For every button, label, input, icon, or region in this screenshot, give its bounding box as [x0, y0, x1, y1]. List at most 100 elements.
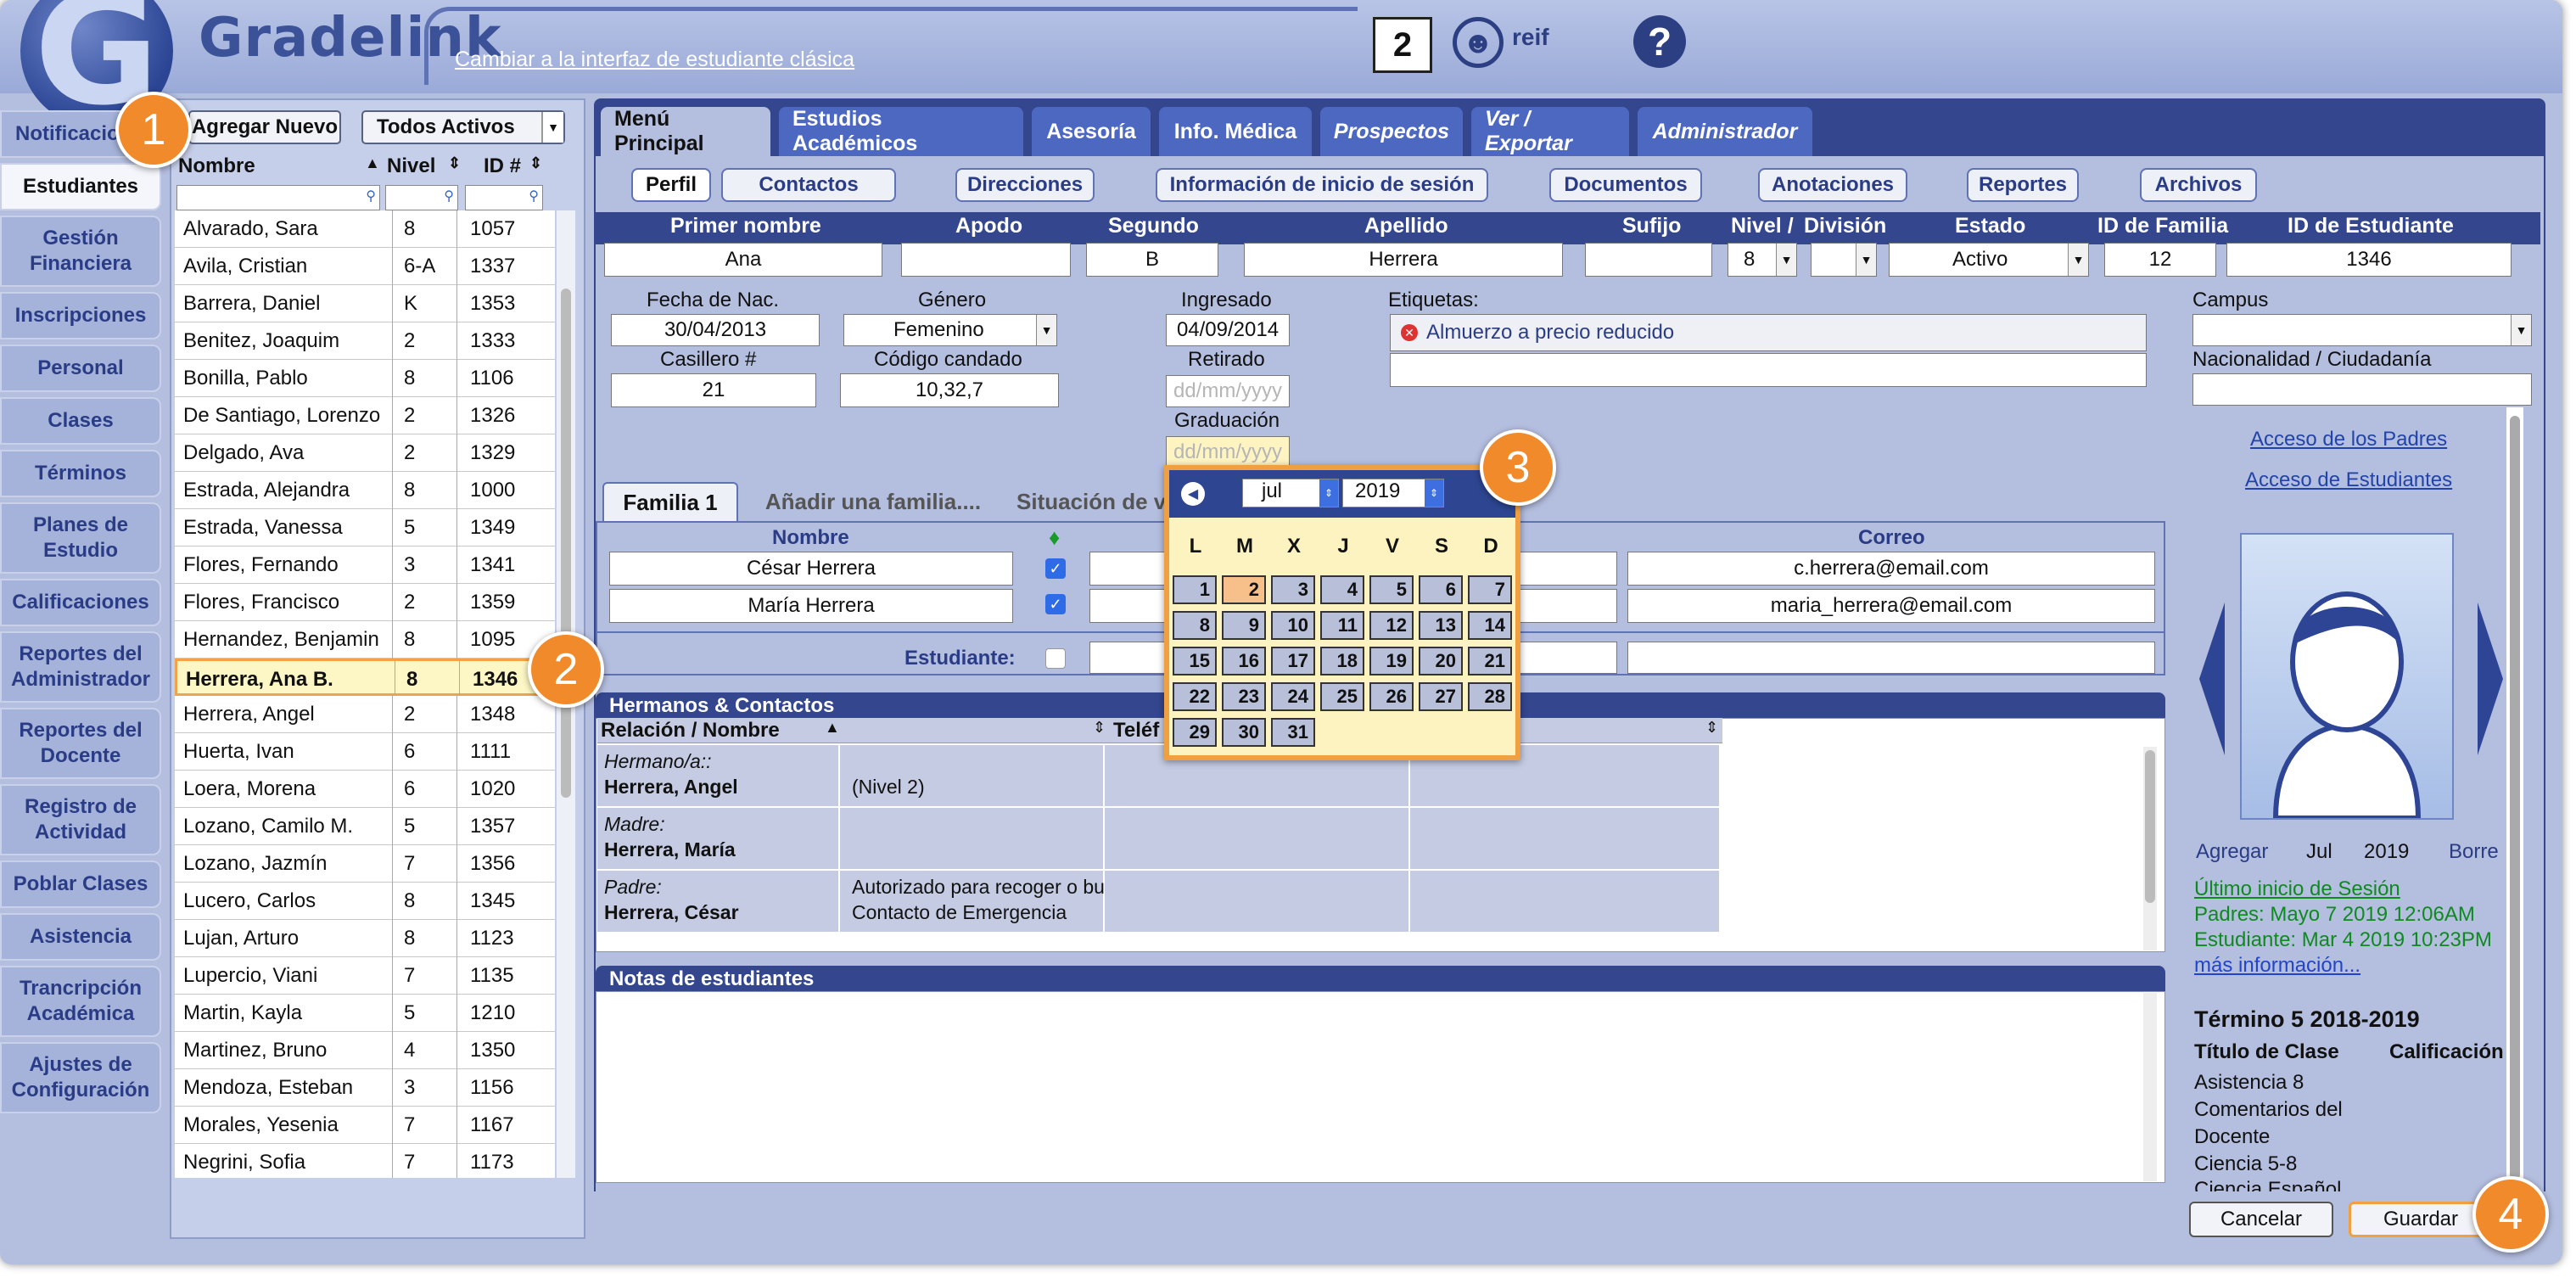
student-row[interactable]: Benitez, Joaquim 2 1333: [175, 322, 555, 360]
calendar-day[interactable]: 7: [1468, 575, 1512, 604]
calendar-day[interactable]: 16: [1222, 647, 1266, 675]
filter-select[interactable]: Todos Activos ▼: [361, 110, 565, 144]
lock-code-field[interactable]: 10,32,7: [840, 373, 1059, 407]
student-row[interactable]: Mendoza, Esteban 3 1156: [175, 1069, 555, 1107]
calendar-day[interactable]: 3: [1271, 575, 1315, 604]
help-icon[interactable]: ?: [1633, 15, 1686, 68]
siblings-scrollbar[interactable]: [2143, 747, 2157, 950]
contact-checkbox[interactable]: ✓: [1045, 594, 1066, 614]
sibling-row[interactable]: Padre: Herrera, César Autorizado para reco…: [597, 871, 1721, 933]
calendar-day[interactable]: 9: [1222, 611, 1266, 640]
student-row[interactable]: De Santiago, Lorenzo 2 1326: [175, 397, 555, 434]
student-row[interactable]: Lucero, Carlos 8 1345: [175, 883, 555, 920]
tab-admin[interactable]: Administrador: [1638, 107, 1812, 156]
calendar-day[interactable]: 30: [1222, 718, 1266, 747]
calendar-day[interactable]: 14: [1468, 611, 1512, 640]
tab-family-1[interactable]: Familia 1: [602, 482, 738, 521]
nav-terms[interactable]: Términos: [0, 450, 161, 497]
search-level-input[interactable]: ⚲: [385, 185, 458, 210]
calendar-icon[interactable]: 2: [1373, 17, 1432, 73]
notes-textarea[interactable]: [596, 991, 2165, 1183]
level-select[interactable]: 8 ▼: [1728, 243, 1797, 277]
calendar-day[interactable]: 8: [1173, 611, 1217, 640]
tab-prospects[interactable]: Prospectos: [1320, 107, 1463, 156]
calendar-day[interactable]: 10: [1271, 611, 1315, 640]
student-row[interactable]: Bonilla, Pablo 8 1106: [175, 360, 555, 397]
nav-financial[interactable]: Gestión Financiera: [0, 216, 161, 287]
students-access-link[interactable]: Acceso de Estudiantes: [2245, 468, 2452, 492]
dob-field[interactable]: 30/04/2013: [611, 314, 820, 346]
right-scroll-thumb[interactable]: [2510, 416, 2520, 1180]
student-row[interactable]: Lupercio, Viani 7 1135: [175, 957, 555, 995]
calendar-day[interactable]: 19: [1369, 647, 1414, 675]
calendar-day[interactable]: 23: [1222, 682, 1266, 711]
next-photo-arrow-icon[interactable]: [2478, 603, 2503, 755]
user-icon[interactable]: ☻: [1453, 17, 1504, 68]
calendar-day[interactable]: 24: [1271, 682, 1315, 711]
student-row[interactable]: Lujan, Arturo 8 1123: [175, 920, 555, 957]
search-name-input[interactable]: ⚲: [176, 185, 380, 210]
student-row[interactable]: Loera, Morena 6 1020: [175, 771, 555, 808]
previous-photo-arrow-icon[interactable]: [2199, 603, 2225, 755]
student-row[interactable]: Martin, Kayla 5 1210: [175, 995, 555, 1032]
list-scroll-thumb[interactable]: [561, 289, 571, 798]
student-row[interactable]: Hernandez, Benjamin 8 1095: [175, 621, 555, 659]
col-id-header[interactable]: ID #: [484, 154, 521, 182]
student-row[interactable]: Flores, Francisco 2 1359: [175, 584, 555, 621]
nickname-field[interactable]: [901, 243, 1071, 277]
subtab-login-info[interactable]: Información de inicio de sesión: [1156, 168, 1488, 202]
nav-students[interactable]: Estudiantes: [0, 163, 161, 210]
subtab-files[interactable]: Archivos: [2140, 168, 2257, 202]
prev-month-icon[interactable]: ◀: [1181, 482, 1205, 506]
family-member-email[interactable]: c.herrera@email.com: [1627, 552, 2155, 586]
nav-populate-classes[interactable]: Poblar Clases: [0, 860, 161, 908]
year-select[interactable]: 2019 ⇕: [1342, 479, 1444, 507]
withdrawn-field[interactable]: dd/mm/yyyy: [1166, 375, 1290, 407]
search-id-input[interactable]: ⚲: [465, 185, 543, 210]
gender-select[interactable]: Femenino ▼: [843, 314, 1057, 346]
student-row[interactable]: Martinez, Bruno 4 1350: [175, 1032, 555, 1069]
sibling-row[interactable]: Madre: Herrera, María: [597, 808, 1721, 871]
student-row[interactable]: Negrini, Sofia 7 1173: [175, 1144, 555, 1178]
nav-classes[interactable]: Clases: [0, 397, 161, 445]
last-name-field[interactable]: Herrera: [1244, 243, 1563, 277]
student-row[interactable]: Lozano, Camilo M. 5 1357: [175, 808, 555, 845]
username[interactable]: reif: [1512, 24, 1549, 51]
locker-field[interactable]: 21: [611, 373, 816, 407]
student-row[interactable]: Herrera, Ana B. 8 1346: [175, 659, 555, 698]
sibling-row[interactable]: Hermano/a:: Herrera, Angel (Nivel 2): [597, 745, 1721, 808]
subtab-documents[interactable]: Documentos: [1549, 168, 1702, 202]
calendar-day[interactable]: 5: [1369, 575, 1414, 604]
tab-medical[interactable]: Info. Médica: [1159, 107, 1312, 156]
tags-input[interactable]: [1390, 353, 2147, 387]
classic-interface-link[interactable]: Cambiar a la interfaz de estudiante clás…: [455, 48, 854, 72]
calendar-day[interactable]: 12: [1369, 611, 1414, 640]
contact-checkbox[interactable]: ✓: [1045, 558, 1066, 579]
student-checkbox[interactable]: [1045, 648, 1066, 669]
tab-main-menu[interactable]: Menú Principal: [601, 107, 770, 156]
nav-settings[interactable]: Ajustes de Configuración: [0, 1042, 161, 1113]
calendar-day[interactable]: 25: [1320, 682, 1364, 711]
col-level-header[interactable]: Nivel: [387, 154, 435, 182]
nav-enrollment[interactable]: Inscripciones: [0, 292, 161, 339]
subtab-annotations[interactable]: Anotaciones: [1758, 168, 1907, 202]
situation-tab[interactable]: Situación de v: [1016, 482, 1166, 521]
tab-export[interactable]: Ver / Exportar: [1471, 107, 1629, 156]
save-button[interactable]: Guardar: [2349, 1202, 2493, 1237]
calendar-day[interactable]: 13: [1419, 611, 1463, 640]
family-member-name[interactable]: María Herrera: [609, 589, 1013, 623]
nav-admin-reports[interactable]: Reportes del Administrador: [0, 631, 161, 703]
nav-study-plans[interactable]: Planes de Estudio: [0, 502, 161, 574]
calendar-day[interactable]: 31: [1271, 718, 1315, 747]
student-row[interactable]: Estrada, Vanessa 5 1349: [175, 509, 555, 547]
subtab-reports[interactable]: Reportes: [1967, 168, 2079, 202]
calendar-day[interactable]: 2: [1222, 575, 1266, 604]
family-member-name[interactable]: César Herrera: [609, 552, 1013, 586]
col-relation[interactable]: Relación / Nombre: [601, 719, 780, 743]
tab-academic[interactable]: Estudios Académicos: [779, 107, 1023, 156]
notes-scrollbar[interactable]: [2143, 993, 2157, 1181]
subtab-profile[interactable]: Perfil: [631, 168, 711, 202]
nav-grades[interactable]: Calificaciones: [0, 579, 161, 626]
student-row[interactable]: Flores, Fernando 3 1341: [175, 547, 555, 584]
student-row[interactable]: Barrera, Daniel K 1353: [175, 285, 555, 322]
